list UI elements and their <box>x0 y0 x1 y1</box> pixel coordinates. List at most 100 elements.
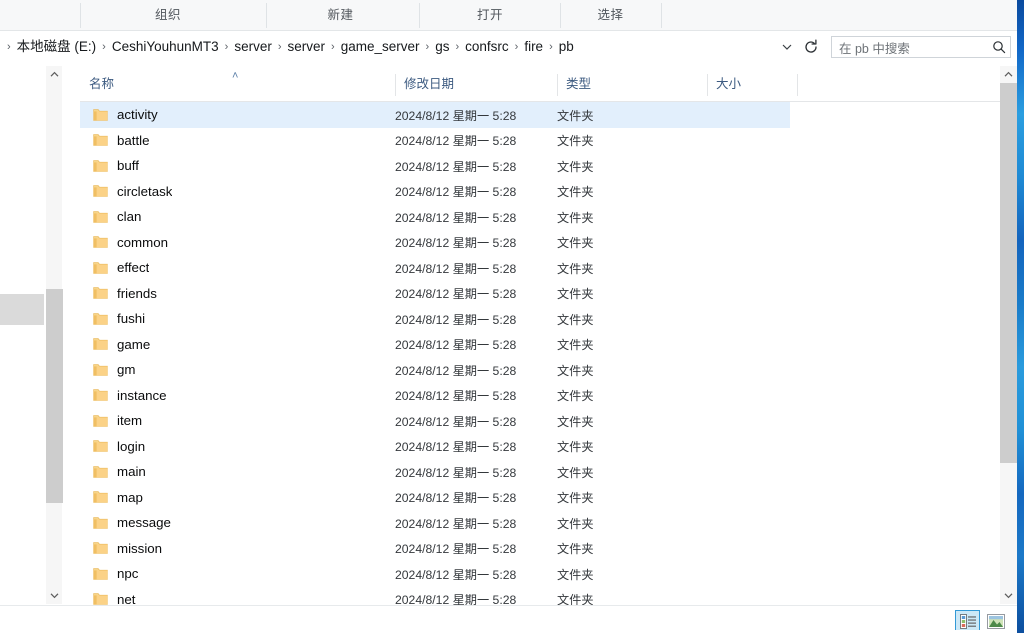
breadcrumb-separator-2[interactable]: › <box>275 36 285 58</box>
file-list[interactable]: activity 2024/8/12 星期一 5:28 文件夹 battle 2024/… <box>80 102 1000 605</box>
column-header-date-modified[interactable]: 修改日期 <box>395 68 557 101</box>
table-row[interactable]: main 2024/8/12 星期一 5:28 文件夹 <box>80 459 1000 485</box>
table-row[interactable]: circletask 2024/8/12 星期一 5:28 文件夹 <box>80 179 1000 205</box>
details-view-button[interactable] <box>955 610 980 632</box>
cell-name[interactable]: fushi <box>80 311 395 326</box>
breadcrumb-separator-6[interactable]: › <box>512 36 522 58</box>
cell-name[interactable]: item <box>80 413 395 428</box>
search-icon[interactable] <box>988 37 1010 57</box>
column-resize-handle-1[interactable] <box>557 74 558 96</box>
table-row[interactable]: fushi 2024/8/12 星期一 5:28 文件夹 <box>80 306 1000 332</box>
file-name-label: map <box>117 489 143 505</box>
cell-name[interactable]: effect <box>80 260 395 275</box>
cell-type: 文件夹 <box>557 389 594 404</box>
column-resize-handle-0[interactable] <box>395 74 396 96</box>
ribbon-tab-open[interactable]: 打开 <box>420 0 560 30</box>
ribbon-tab-organize[interactable]: 组织 <box>80 0 256 30</box>
folder-icon <box>93 313 108 325</box>
table-row[interactable]: activity 2024/8/12 星期一 5:28 文件夹 <box>80 102 1000 128</box>
cell-name[interactable]: net <box>80 592 395 605</box>
cell-name[interactable]: main <box>80 464 395 479</box>
table-row[interactable]: battle 2024/8/12 星期一 5:28 文件夹 <box>80 128 1000 154</box>
column-header-size[interactable]: 大小 <box>707 68 797 101</box>
cell-name[interactable]: login <box>80 439 395 454</box>
folder-icon <box>93 593 108 605</box>
cell-name[interactable]: friends <box>80 286 395 301</box>
breadcrumb-item-3[interactable]: server <box>285 36 329 58</box>
file-list-scrollbar[interactable] <box>1000 66 1017 604</box>
cell-name[interactable]: npc <box>80 566 395 581</box>
table-row[interactable]: gm 2024/8/12 星期一 5:28 文件夹 <box>80 357 1000 383</box>
address-bar[interactable]: › 本地磁盘 (E:) › CeshiYouhunMT3 › server › server ›… <box>2 35 797 59</box>
file-name-label: message <box>117 515 171 531</box>
table-row[interactable]: net 2024/8/12 星期一 5:28 文件夹 <box>80 587 1000 605</box>
navigation-pane-scrollbar[interactable] <box>46 66 63 604</box>
cell-name[interactable]: common <box>80 235 395 250</box>
breadcrumb-item-6[interactable]: confsrc <box>462 36 512 58</box>
breadcrumb-item-2[interactable]: server <box>231 36 275 58</box>
breadcrumb-item-0[interactable]: 本地磁盘 (E:) <box>14 36 100 58</box>
table-row[interactable]: friends 2024/8/12 星期一 5:28 文件夹 <box>80 281 1000 307</box>
table-row[interactable]: message 2024/8/12 星期一 5:28 文件夹 <box>80 510 1000 536</box>
large-icons-view-button[interactable] <box>983 610 1008 632</box>
table-row[interactable]: common 2024/8/12 星期一 5:28 文件夹 <box>80 230 1000 256</box>
table-row[interactable]: npc 2024/8/12 星期一 5:28 文件夹 <box>80 561 1000 587</box>
folder-icon <box>93 364 108 376</box>
column-resize-handle-2[interactable] <box>707 74 708 96</box>
cell-name[interactable]: instance <box>80 388 395 403</box>
breadcrumb-item-5[interactable]: gs <box>432 36 452 58</box>
cell-date-modified: 2024/8/12 星期一 5:28 <box>395 414 517 429</box>
folder-icon <box>93 491 108 503</box>
table-row[interactable]: mission 2024/8/12 星期一 5:28 文件夹 <box>80 536 1000 562</box>
breadcrumb-separator-7[interactable]: › <box>546 36 556 58</box>
cell-name[interactable]: clan <box>80 209 395 224</box>
table-row[interactable]: map 2024/8/12 星期一 5:28 文件夹 <box>80 485 1000 511</box>
breadcrumb-item-8[interactable]: pb <box>556 36 577 58</box>
refresh-icon[interactable] <box>801 37 821 57</box>
cell-name[interactable]: circletask <box>80 184 395 199</box>
nav-scrollbar-thumb[interactable] <box>46 289 63 503</box>
cell-name[interactable]: mission <box>80 541 395 556</box>
nav-scroll-down-arrow-icon[interactable] <box>46 587 63 604</box>
scrollbar-thumb[interactable] <box>1000 83 1017 463</box>
breadcrumb-item-7[interactable]: fire <box>521 36 546 58</box>
file-name-label: effect <box>117 260 150 276</box>
column-resize-handle-3[interactable] <box>797 74 798 96</box>
table-row[interactable]: buff 2024/8/12 星期一 5:28 文件夹 <box>80 153 1000 179</box>
breadcrumb-separator-1[interactable]: › <box>222 36 232 58</box>
folder-icon <box>93 568 108 580</box>
breadcrumb-separator-3[interactable]: › <box>328 36 338 58</box>
cell-name[interactable]: game <box>80 337 395 352</box>
chevron-down-icon[interactable] <box>779 38 795 56</box>
sort-ascending-indicator-icon: ˄ <box>232 70 239 82</box>
search-input[interactable]: 在 pb 中搜索 <box>831 36 1011 58</box>
breadcrumb-separator-4[interactable]: › <box>423 36 433 58</box>
cell-name[interactable]: map <box>80 490 395 505</box>
table-row[interactable]: item 2024/8/12 星期一 5:28 文件夹 <box>80 408 1000 434</box>
breadcrumb-item-4[interactable]: game_server <box>338 36 423 58</box>
ribbon-tab-new[interactable]: 新建 <box>267 0 414 30</box>
folder-icon <box>93 262 108 274</box>
file-name-label: npc <box>117 566 139 582</box>
cell-type: 文件夹 <box>557 134 594 149</box>
cell-name[interactable]: message <box>80 515 395 530</box>
table-row[interactable]: game 2024/8/12 星期一 5:28 文件夹 <box>80 332 1000 358</box>
breadcrumb-item-1[interactable]: CeshiYouhunMT3 <box>109 36 222 58</box>
cell-name[interactable]: buff <box>80 158 395 173</box>
breadcrumb-separator-0[interactable]: › <box>99 36 109 58</box>
ribbon-tab-select[interactable]: 选择 <box>562 0 659 30</box>
cell-date-modified: 2024/8/12 星期一 5:28 <box>395 185 517 200</box>
table-row[interactable]: effect 2024/8/12 星期一 5:28 文件夹 <box>80 255 1000 281</box>
scroll-up-arrow-icon[interactable] <box>1000 66 1017 83</box>
table-row[interactable]: clan 2024/8/12 星期一 5:28 文件夹 <box>80 204 1000 230</box>
cell-date-modified: 2024/8/12 星期一 5:28 <box>395 261 517 276</box>
nav-scroll-up-arrow-icon[interactable] <box>46 66 63 83</box>
table-row[interactable]: instance 2024/8/12 星期一 5:28 文件夹 <box>80 383 1000 409</box>
breadcrumb-separator-5[interactable]: › <box>452 36 462 58</box>
cell-name[interactable]: gm <box>80 362 395 377</box>
scroll-down-arrow-icon[interactable] <box>1000 587 1017 604</box>
table-row[interactable]: login 2024/8/12 星期一 5:28 文件夹 <box>80 434 1000 460</box>
cell-name[interactable]: activity <box>80 107 395 122</box>
column-header-type[interactable]: 类型 <box>557 68 707 101</box>
cell-name[interactable]: battle <box>80 133 395 148</box>
